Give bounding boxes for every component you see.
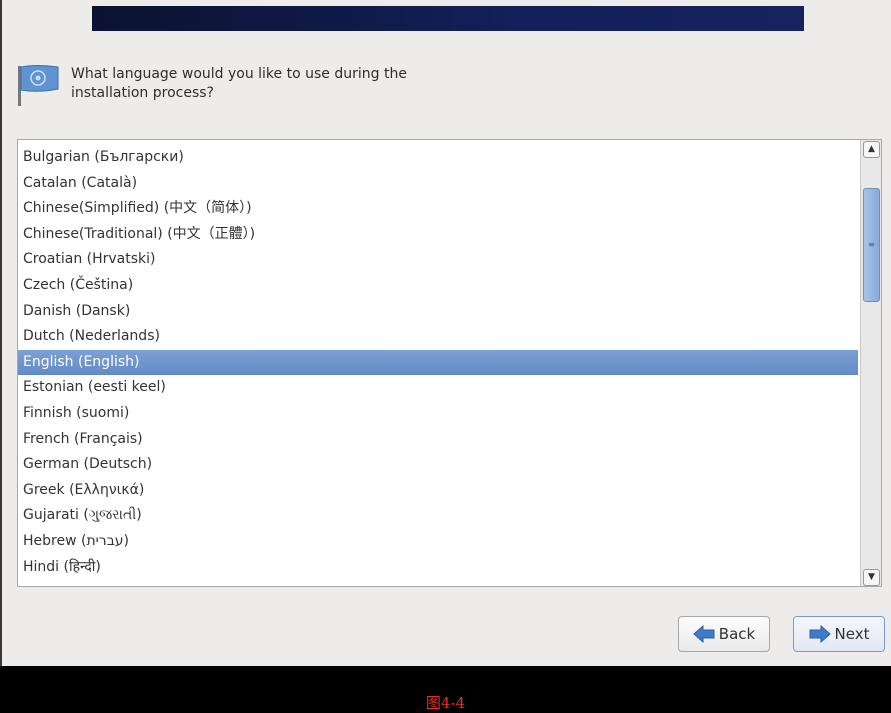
language-item[interactable]: French (Français) [18, 427, 858, 453]
language-flag-icon [18, 65, 59, 106]
next-button[interactable]: Next [793, 616, 885, 652]
header-banner [92, 6, 804, 31]
language-item[interactable]: Chinese(Traditional) (中文（正體）) [18, 222, 858, 248]
scroll-down-button[interactable]: ▼ [863, 569, 880, 586]
language-item[interactable]: Catalan (Català) [18, 171, 858, 197]
scrollbar-thumb[interactable]: ≡ [863, 188, 880, 302]
language-item[interactable]: English (English) [18, 349, 858, 376]
language-item[interactable]: Danish (Dansk) [18, 299, 858, 325]
scroll-up-button[interactable]: ▲ [863, 141, 880, 158]
language-item[interactable]: Dutch (Nederlands) [18, 324, 858, 350]
language-item[interactable]: Chinese(Simplified) (中文（简体）) [18, 196, 858, 222]
language-item[interactable]: Czech (Čeština) [18, 273, 858, 299]
question-line: What language would you like to use duri… [71, 66, 407, 82]
next-label: Next [834, 625, 870, 643]
language-list[interactable]: Bulgarian (Български) Catalan (Català) Chi… [17, 139, 882, 587]
language-question: What language would you like to use duri… [71, 65, 407, 103]
language-item[interactable]: Hindi (हिन्दी) [18, 555, 858, 581]
scrollbar[interactable]: ▲ ≡ ▼ [860, 140, 881, 586]
language-item[interactable]: Finnish (suomi) [18, 401, 858, 427]
language-item[interactable]: Greek (Ελληνικά) [18, 478, 858, 504]
figure-caption: 图4-4 [425, 694, 466, 712]
language-item[interactable]: Estonian (eesti keel) [18, 375, 858, 401]
installer-window: What language would you like to use duri… [0, 0, 891, 666]
back-label: Back [718, 625, 756, 643]
language-item[interactable]: Hebrew (עברית) [18, 529, 858, 555]
arrow-left-icon [693, 625, 715, 643]
back-button[interactable]: Back [678, 616, 770, 652]
question-line: installation process? [71, 85, 214, 101]
arrow-right-icon [809, 625, 831, 643]
language-item[interactable]: Croatian (Hrvatski) [18, 247, 858, 273]
language-item[interactable]: Gujarati (ગુજરાતી) [18, 503, 858, 529]
language-item[interactable]: Bulgarian (Български) [18, 145, 858, 171]
language-item[interactable]: German (Deutsch) [18, 452, 858, 478]
